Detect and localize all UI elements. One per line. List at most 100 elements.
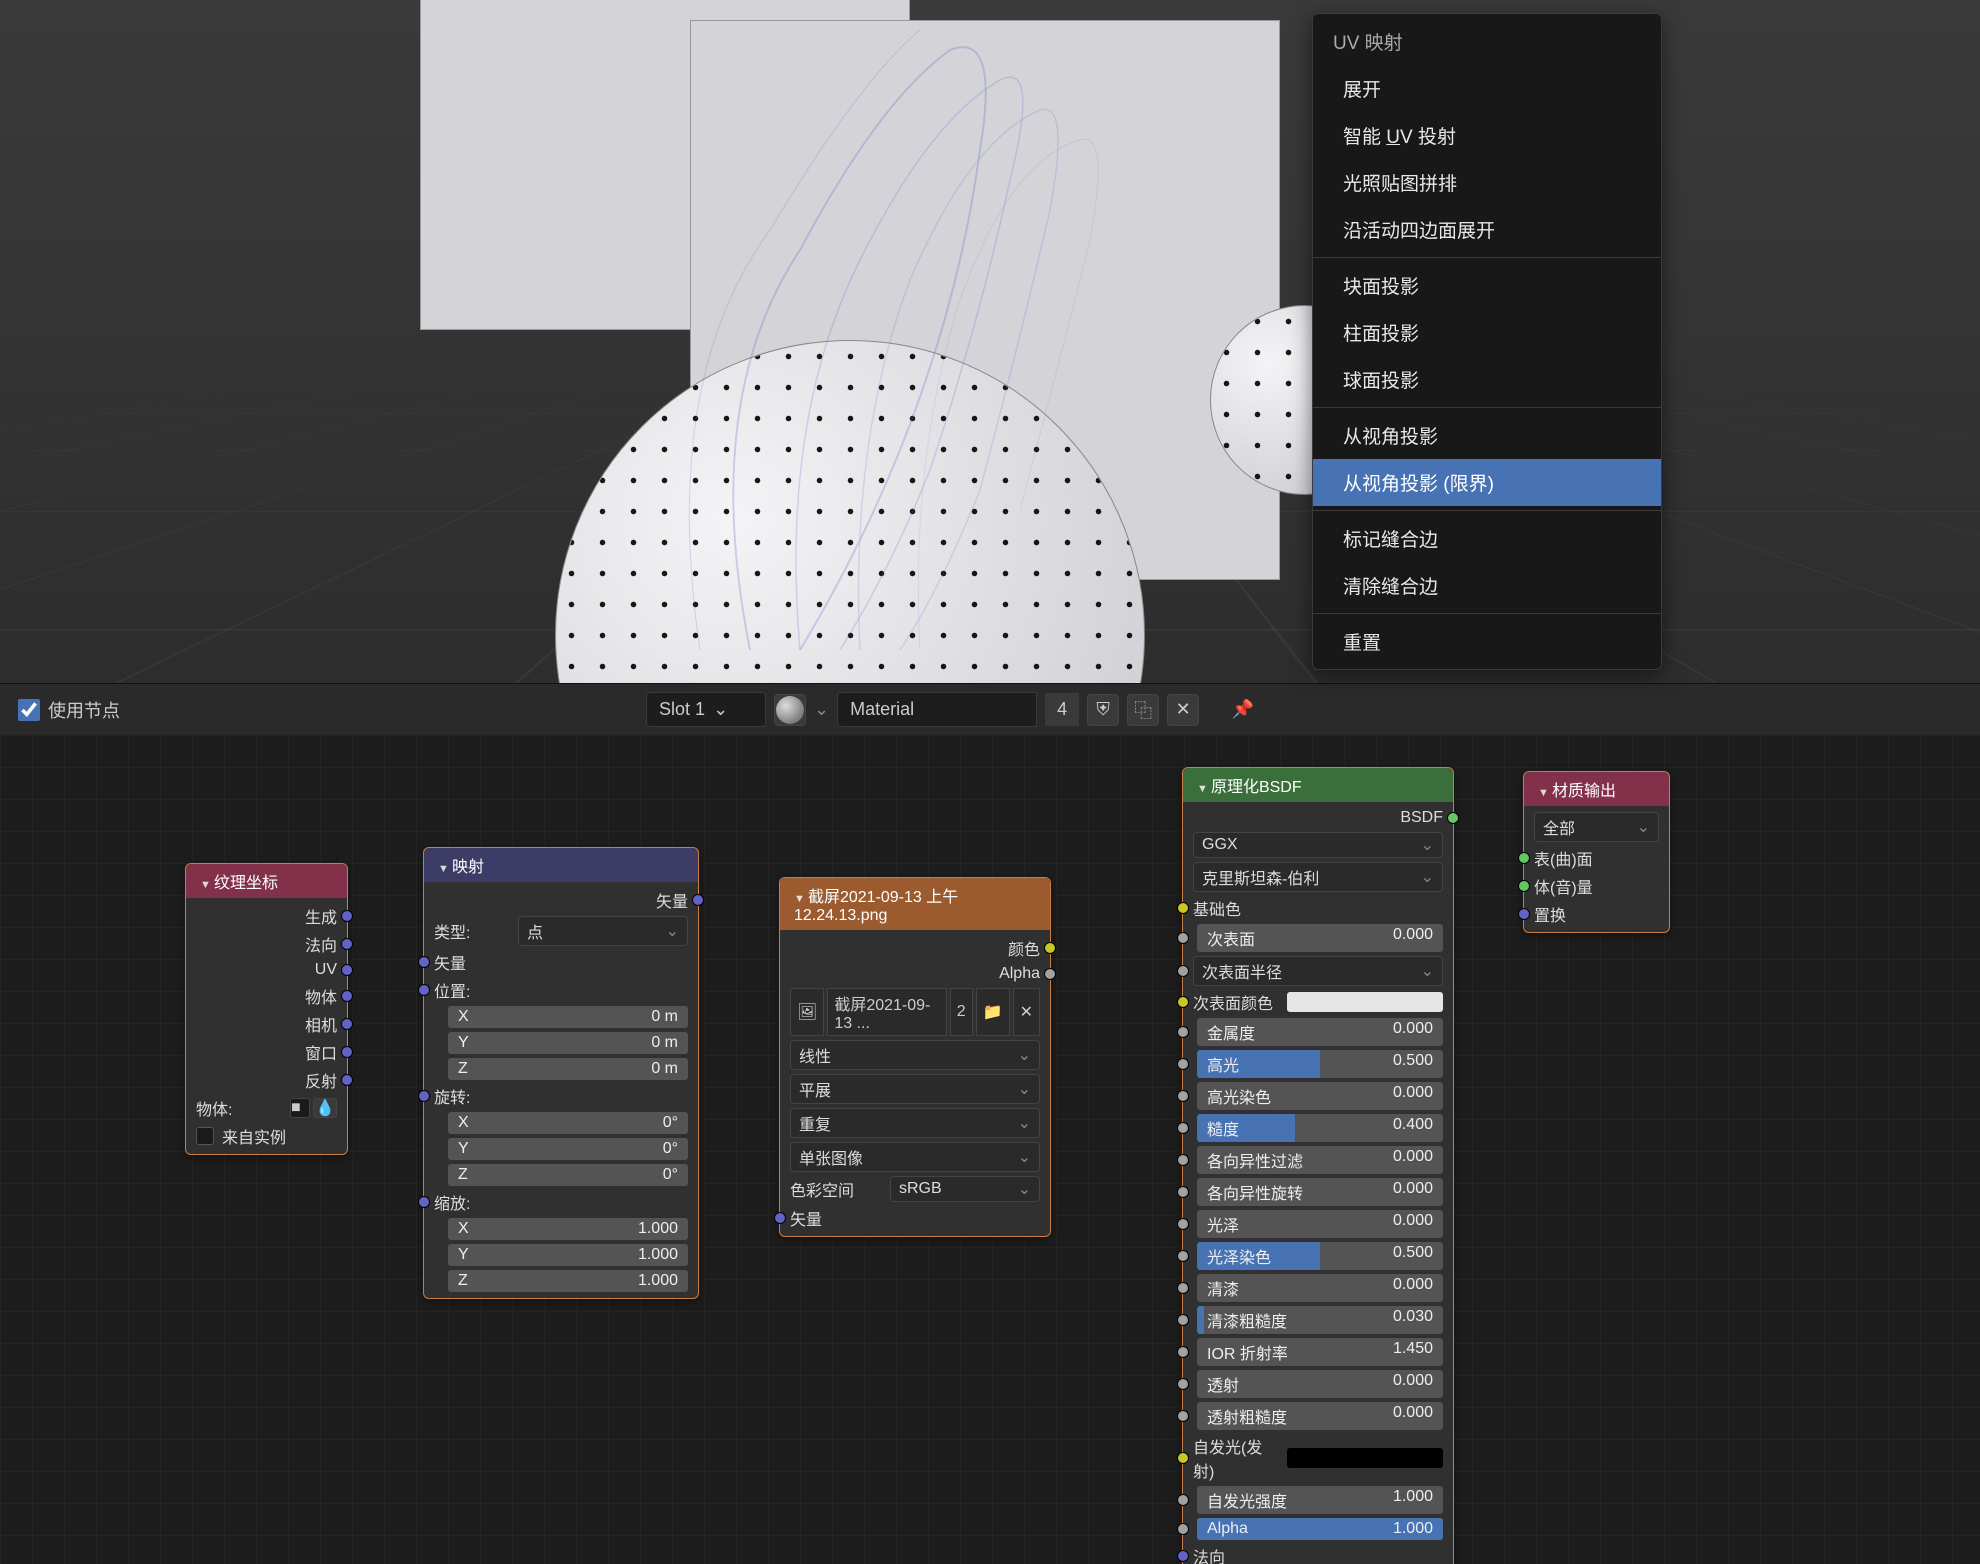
viewport-3d[interactable] — [0, 0, 1980, 683]
prop-slider[interactable]: 光泽0.000 — [1197, 1210, 1443, 1238]
node-editor[interactable]: 纹理坐标 生成法向UV物体相机窗口反射物体:■💧来自实例 映射 矢量 类型:点 … — [0, 735, 1980, 1564]
xyz-field[interactable]: X0° — [448, 1112, 688, 1134]
input-rotation: 旋转: — [424, 1082, 698, 1110]
use-nodes-label: 使用节点 — [48, 697, 120, 723]
prop-slider[interactable]: 金属度0.000 — [1197, 1018, 1443, 1046]
xyz-field[interactable]: X0 m — [448, 1006, 688, 1028]
menu-separator — [1313, 257, 1661, 258]
prop-slider[interactable]: 糙度0.400 — [1197, 1114, 1443, 1142]
input-清漆粗糙度: 清漆粗糙度0.030 — [1183, 1304, 1453, 1336]
prop-slider[interactable]: 各向异性旋转0.000 — [1197, 1178, 1443, 1206]
prop-slider[interactable]: 清漆粗糙度0.030 — [1197, 1306, 1443, 1334]
material-preview-button[interactable] — [774, 694, 806, 726]
menu-title: UV 映射 — [1313, 18, 1661, 65]
target-select[interactable]: 全部 — [1534, 812, 1659, 842]
prop-slider[interactable]: IOR 折射率1.450 — [1197, 1338, 1443, 1366]
node-principled-bsdf[interactable]: 原理化BSDF BSDF GGX 克里斯坦森-伯利 基础色次表面0.000次表面… — [1182, 767, 1454, 1564]
unlink-button[interactable]: ✕ — [1167, 694, 1199, 726]
node-mapping[interactable]: 映射 矢量 类型:点 矢量 位置: X0 mY0 mZ0 m 旋转: X0°Y0… — [423, 847, 699, 1299]
xyz-field[interactable]: Z0 m — [448, 1058, 688, 1080]
use-nodes-input[interactable] — [18, 699, 40, 721]
material-name-field[interactable]: Material — [837, 692, 1037, 727]
prop-slider[interactable]: 高光0.500 — [1197, 1050, 1443, 1078]
prop-slider[interactable]: 自发光强度1.000 — [1197, 1486, 1443, 1514]
input-各向异性过滤: 各向异性过滤0.000 — [1183, 1144, 1453, 1176]
prop-slider[interactable]: 各向异性过滤0.000 — [1197, 1146, 1443, 1174]
extension-select[interactable]: 重复 — [790, 1108, 1040, 1138]
output-法向: 法向 — [186, 930, 347, 958]
input-IOR 折射率: IOR 折射率1.450 — [1183, 1336, 1453, 1368]
prop-slider[interactable]: 高光染色0.000 — [1197, 1082, 1443, 1110]
input-自发光强度: 自发光强度1.000 — [1183, 1484, 1453, 1516]
prop-slider[interactable]: 光泽染色0.500 — [1197, 1242, 1443, 1270]
image-browser[interactable]: 🖼 截屏2021-09-13 ... 2 📁 ✕ — [790, 988, 1040, 1036]
new-material-button[interactable]: ⿻ — [1127, 694, 1159, 726]
prop-slider[interactable]: 透射粗糙度0.000 — [1197, 1402, 1443, 1430]
output-物体: 物体 — [186, 982, 347, 1010]
input-次表面: 次表面0.000 — [1183, 922, 1453, 954]
projection-select[interactable]: 平展 — [790, 1074, 1040, 1104]
input-scale: 缩放: — [424, 1188, 698, 1216]
slot-dropdown[interactable]: Slot 1⌄ — [646, 692, 766, 727]
menu-item[interactable]: 块面投影 — [1313, 262, 1661, 309]
xyz-field[interactable]: Y0 m — [448, 1032, 688, 1054]
interpolation-select[interactable]: 线性 — [790, 1040, 1040, 1070]
mapping-type-select[interactable]: 点 — [518, 916, 688, 946]
xyz-field[interactable]: Z0° — [448, 1164, 688, 1186]
fake-user-button[interactable]: ⛨ — [1087, 694, 1119, 726]
menu-item[interactable]: 标记缝合边 — [1313, 515, 1661, 562]
color-swatch[interactable] — [1287, 1448, 1443, 1468]
shader-editor-header: 使用节点 Slot 1⌄ ⌄ Material 4 ⛨ ⿻ ✕ 📌 — [0, 683, 1980, 735]
menu-item[interactable]: 球面投影 — [1313, 356, 1661, 403]
input-各向异性旋转: 各向异性旋转0.000 — [1183, 1176, 1453, 1208]
node-texture-coordinate[interactable]: 纹理坐标 生成法向UV物体相机窗口反射物体:■💧来自实例 — [185, 863, 348, 1155]
object-field[interactable]: ■ — [290, 1098, 310, 1118]
colorspace-select[interactable]: sRGB — [890, 1176, 1040, 1202]
input-vector: 矢量 — [780, 1204, 1050, 1232]
output-窗口: 窗口 — [186, 1038, 347, 1066]
output-相机: 相机 — [186, 1010, 347, 1038]
node-image-texture[interactable]: 截屏2021-09-13 上午12.24.13.png 颜色 Alpha 🖼 截… — [779, 877, 1051, 1237]
prop-slider[interactable]: 次表面0.000 — [1197, 924, 1443, 952]
xyz-field[interactable]: Y1.000 — [448, 1244, 688, 1266]
menu-item[interactable]: 光照贴图拼排 — [1313, 159, 1661, 206]
prop-select[interactable]: 次表面半径 — [1193, 956, 1443, 986]
output-alpha: Alpha — [780, 962, 1050, 986]
prop-slider[interactable]: 清漆0.000 — [1197, 1274, 1443, 1302]
node-title[interactable]: 截屏2021-09-13 上午12.24.13.png — [780, 878, 1050, 930]
xyz-field[interactable]: Y0° — [448, 1138, 688, 1160]
xyz-field[interactable]: X1.000 — [448, 1218, 688, 1240]
menu-item[interactable]: 重置 — [1313, 618, 1661, 665]
node-title[interactable]: 映射 — [424, 848, 698, 882]
node-material-output[interactable]: 材质输出 全部 表(曲)面体(音)量置换 — [1523, 771, 1670, 933]
material-users[interactable]: 4 — [1045, 693, 1079, 726]
input-法向: 法向 — [1183, 1542, 1453, 1564]
menu-item[interactable]: 智能 UV 投射 — [1313, 112, 1661, 159]
menu-item[interactable]: 从视角投影 — [1313, 412, 1661, 459]
from-instancer-checkbox[interactable] — [196, 1127, 214, 1145]
slot-label: Slot 1 — [659, 699, 705, 720]
node-title[interactable]: 原理化BSDF — [1183, 768, 1453, 802]
menu-item[interactable]: 沿活动四边面展开 — [1313, 206, 1661, 253]
prop-slider[interactable]: 透射0.000 — [1197, 1370, 1443, 1398]
node-title[interactable]: 材质输出 — [1524, 772, 1669, 806]
output-bsdf: BSDF — [1183, 806, 1453, 830]
input-光泽: 光泽0.000 — [1183, 1208, 1453, 1240]
pin-button[interactable]: 📌 — [1227, 694, 1259, 726]
input-次表面颜色: 次表面颜色 — [1183, 988, 1453, 1016]
distribution-select[interactable]: GGX — [1193, 832, 1443, 858]
color-swatch[interactable] — [1287, 992, 1443, 1012]
menu-item[interactable]: 清除缝合边 — [1313, 562, 1661, 609]
input-体(音)量: 体(音)量 — [1524, 872, 1669, 900]
node-title[interactable]: 纹理坐标 — [186, 864, 347, 898]
xyz-field[interactable]: Z1.000 — [448, 1270, 688, 1292]
menu-item[interactable]: 柱面投影 — [1313, 309, 1661, 356]
source-select[interactable]: 单张图像 — [790, 1142, 1040, 1172]
sss-method-select[interactable]: 克里斯坦森-伯利 — [1193, 862, 1443, 892]
menu-item[interactable]: 展开 — [1313, 65, 1661, 112]
eyedropper-button[interactable]: 💧 — [313, 1098, 337, 1118]
menu-item[interactable]: 从视角投影 (限界) — [1313, 459, 1661, 506]
prop-slider[interactable]: Alpha1.000 — [1197, 1518, 1443, 1540]
use-nodes-checkbox[interactable]: 使用节点 — [10, 693, 128, 727]
input-自发光(发射): 自发光(发射) — [1183, 1432, 1453, 1484]
